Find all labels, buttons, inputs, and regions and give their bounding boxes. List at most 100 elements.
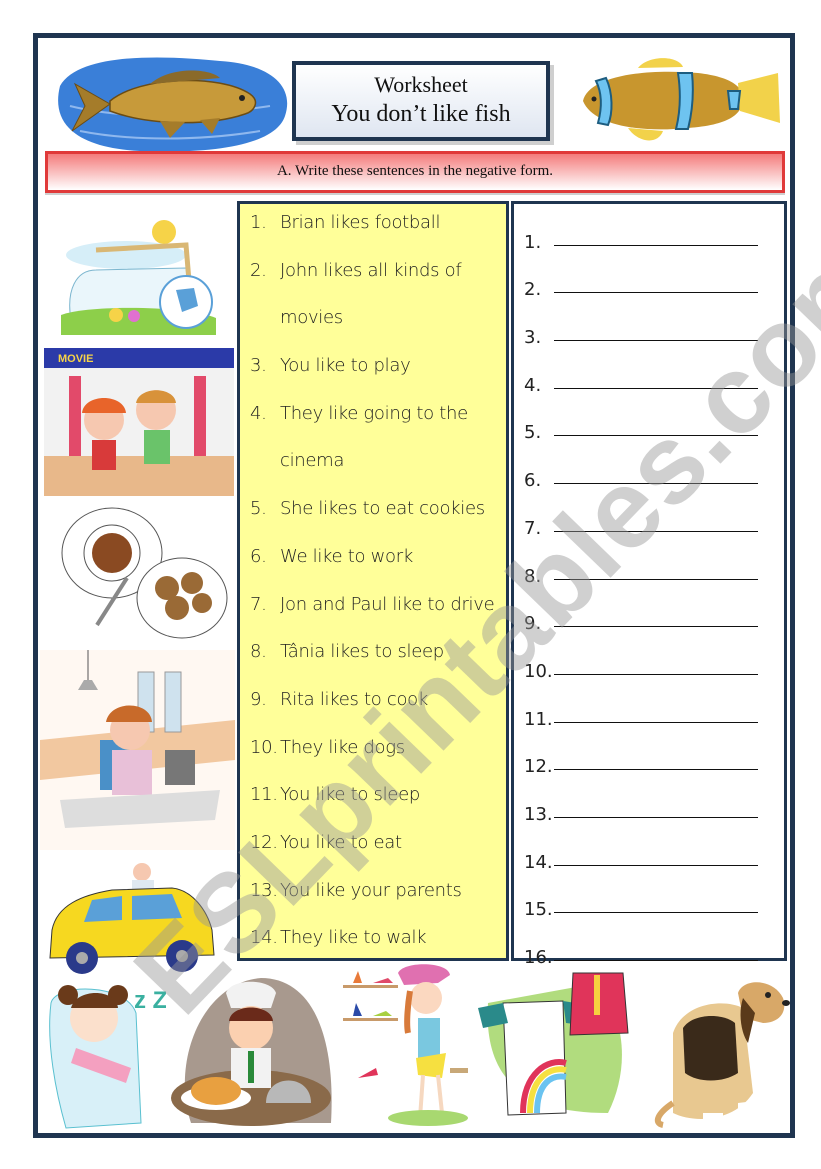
- beagle-dog-illustration: [654, 982, 790, 1128]
- answer-item: 8.: [524, 544, 784, 592]
- sentence-item: 1. Brian likes football: [250, 210, 506, 258]
- answer-blank-line[interactable]: [554, 463, 758, 485]
- answer-number: 2.: [524, 279, 542, 301]
- sentence-number: 14.: [250, 927, 278, 949]
- girl-shoes-shopping-illustration: [343, 964, 468, 1126]
- answer-blank-line[interactable]: [554, 320, 758, 342]
- svg-text:z Z: z Z: [134, 987, 166, 1014]
- answer-number: 13.: [524, 803, 553, 825]
- answer-blank-line[interactable]: [554, 415, 758, 437]
- sentence-text: You like your parents: [280, 879, 462, 901]
- sentence-number: 13.: [250, 879, 278, 901]
- answer-item: 4.: [524, 353, 784, 401]
- svg-text:MOVIE: MOVIE: [58, 353, 93, 365]
- sentence-text: You like to eat: [280, 831, 402, 853]
- instruction-text: A. Write these sentences in the negative…: [276, 163, 554, 179]
- sentence-number: 9.: [250, 688, 267, 710]
- answers-column: 1. 2. 3. 4. 5. 6. 7. 8. 9. 10. 11. 12. 13. 14. 15. 16.: [511, 201, 787, 968]
- answer-blank-line[interactable]: [554, 797, 758, 818]
- sentence-text: We like to work: [280, 545, 413, 567]
- answer-blank-line[interactable]: [554, 606, 758, 628]
- sentence-text: They like going to the: [280, 402, 468, 424]
- sentences-column: 1. Brian likes football 2. John likes all k…: [237, 201, 509, 961]
- worksheet-title-box: Worksheet You don’t like fish: [292, 61, 550, 141]
- sentence-item: 10. They like dogs: [250, 735, 506, 783]
- answer-item: 10.: [524, 639, 784, 687]
- sentence-item: 4. They like going to the: [250, 401, 506, 449]
- answer-number: 4.: [524, 374, 542, 396]
- sentence-text: They like dogs: [280, 736, 405, 758]
- answer-blank-line[interactable]: [554, 225, 758, 246]
- sentence-number: 2.: [250, 259, 267, 281]
- answer-item: 7.: [524, 496, 784, 544]
- answer-number: 1.: [524, 231, 542, 253]
- answer-item: 3.: [524, 305, 784, 353]
- answer-number: 9.: [524, 613, 542, 635]
- answer-number: 8.: [524, 565, 542, 587]
- sentence-text: She likes to eat cookies: [280, 498, 485, 520]
- answer-number: 10.: [524, 660, 553, 682]
- answer-item: 12.: [524, 735, 784, 783]
- clownfish-illustration: [583, 58, 780, 141]
- sentence-item: 9. Rita likes to cook: [250, 687, 506, 735]
- sentence-item: 8. Tânia likes to sleep: [250, 639, 506, 687]
- worksheet-title: Worksheet: [374, 72, 468, 97]
- worksheet-subtitle: You don’t like fish: [331, 101, 511, 127]
- answer-blank-line[interactable]: [554, 892, 758, 914]
- sentence-number: 6.: [250, 545, 267, 567]
- answer-item: 5.: [524, 401, 784, 449]
- carp-fish-illustration: [58, 57, 288, 152]
- football-goal-illustration: [61, 220, 216, 335]
- movie-theater-kids-illustration: MOVIE: [44, 348, 234, 496]
- answer-blank-line[interactable]: [554, 845, 758, 866]
- sentence-number: 8.: [250, 641, 267, 663]
- answer-blank-line[interactable]: [554, 749, 758, 771]
- answer-number: 7.: [524, 517, 542, 539]
- sentence-text: cinema: [280, 450, 345, 472]
- sentence-item: 12. You like to eat: [250, 830, 506, 878]
- answer-number: 11.: [524, 708, 553, 730]
- sentence-number: 10.: [250, 736, 278, 758]
- sentence-text: Jon and Paul like to drive: [280, 593, 495, 615]
- sentence-item: 5. She likes to eat cookies: [250, 496, 506, 544]
- sentence-number: 5.: [250, 498, 267, 520]
- sentence-number: 1.: [250, 212, 267, 233]
- sentence-item: 2. John likes all kinds of: [250, 258, 506, 306]
- office-worker-illustration: [40, 650, 235, 850]
- coffee-cookies-illustration: [61, 507, 228, 639]
- yellow-car-illustration: [49, 863, 215, 974]
- answer-blank-line[interactable]: [554, 368, 758, 389]
- answer-blank-line[interactable]: [554, 702, 758, 723]
- answer-item: 14.: [524, 830, 784, 878]
- answer-number: 15.: [524, 899, 553, 921]
- answer-item: 2.: [524, 258, 784, 306]
- answer-blank-line[interactable]: [554, 940, 758, 961]
- answer-item: 1.: [524, 210, 784, 258]
- sentence-text: They like to walk: [280, 927, 427, 949]
- sentence-number: 12.: [250, 831, 278, 853]
- sentence-item: 3. You like to play: [250, 353, 506, 401]
- answer-number: 5.: [524, 422, 542, 444]
- sentence-number: 7.: [250, 593, 267, 615]
- sentence-text: John likes all kinds of: [280, 259, 462, 281]
- sentence-number: 11.: [250, 784, 278, 806]
- sentence-item: 6. We like to work: [250, 544, 506, 592]
- sentence-text: Brian likes football: [280, 212, 441, 233]
- answer-blank-line[interactable]: [554, 511, 758, 532]
- sentence-item: movies: [250, 305, 506, 353]
- answer-item: 11.: [524, 687, 784, 735]
- instruction-banner: A. Write these sentences in the negative…: [45, 151, 785, 193]
- answer-item: 9.: [524, 592, 784, 640]
- answer-item: 13.: [524, 782, 784, 830]
- answer-blank-line[interactable]: [554, 559, 758, 580]
- sentence-text: Rita likes to cook: [280, 688, 429, 710]
- chef-cooking-illustration: [171, 978, 332, 1126]
- answer-number: 14.: [524, 851, 553, 873]
- answer-blank-line[interactable]: [554, 654, 758, 675]
- clothes-rainbow-illustration: [478, 972, 629, 1116]
- answer-blank-line[interactable]: [554, 272, 758, 294]
- sentence-number: 4.: [250, 402, 267, 424]
- sleeping-girl-illustration: z Z: [49, 985, 166, 1129]
- sentence-item: 11. You like to sleep: [250, 782, 506, 830]
- answer-number: 12.: [524, 756, 553, 778]
